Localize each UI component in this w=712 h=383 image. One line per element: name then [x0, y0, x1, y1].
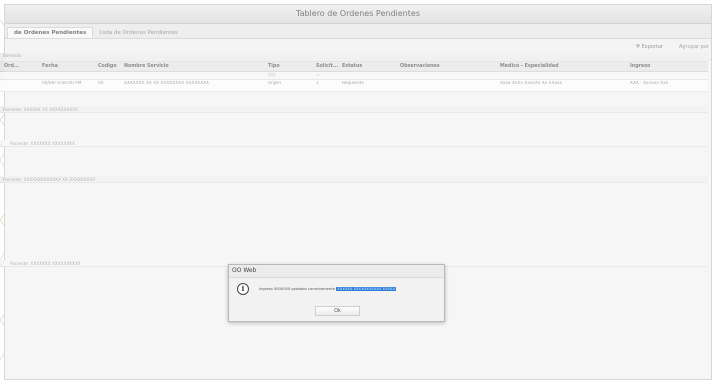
- ok-button[interactable]: Ok: [315, 306, 360, 316]
- dialog-message: Ingreso 0000000 grabado correctamente XX…: [259, 286, 397, 293]
- info-icon: i: [237, 283, 249, 295]
- dialog-message-selected[interactable]: XXXXXX XXXXXXXXXXX XXXXX: [336, 287, 397, 291]
- message-dialog: OO Web i Ingreso 0000000 grabado correct…: [228, 264, 445, 322]
- dialog-message-prefix: Ingreso 0000000 grabado correctamente: [259, 287, 335, 291]
- dialog-title: OO Web: [229, 265, 444, 278]
- modal-overlay: [4, 4, 712, 380]
